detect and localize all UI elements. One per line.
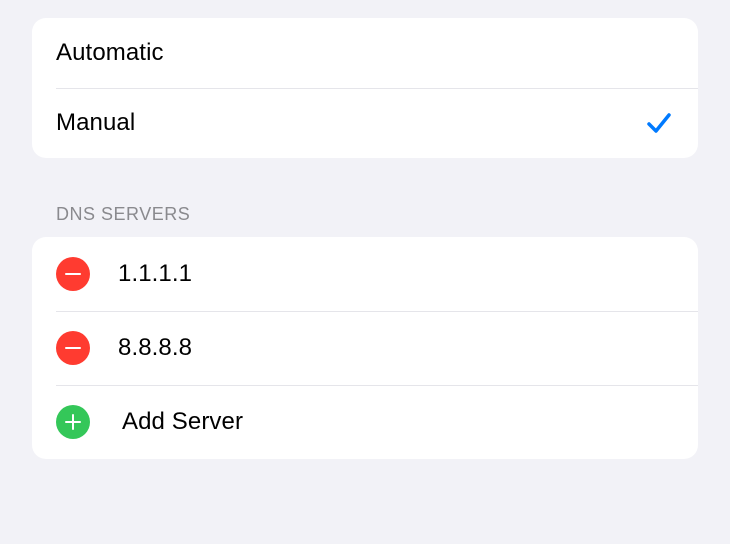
minus-icon <box>65 273 81 276</box>
remove-server-button[interactable] <box>56 331 90 365</box>
dns-mode-group: Automatic Manual <box>32 18 698 158</box>
dns-server-row[interactable]: 8.8.8.8 <box>32 311 698 385</box>
add-server-row[interactable]: Add Server <box>32 385 698 459</box>
dns-servers-group: 1.1.1.1 8.8.8.8 Add Server <box>32 237 698 459</box>
remove-server-button[interactable] <box>56 257 90 291</box>
minus-icon <box>65 347 81 350</box>
dns-server-address: 1.1.1.1 <box>118 260 192 288</box>
checkmark-icon <box>644 108 674 138</box>
plus-icon <box>72 414 75 430</box>
dns-mode-automatic[interactable]: Automatic <box>32 18 698 88</box>
add-server-label: Add Server <box>122 408 243 436</box>
dns-servers-header: DNS SERVERS <box>32 158 698 237</box>
dns-mode-manual[interactable]: Manual <box>32 88 698 158</box>
mode-label-automatic: Automatic <box>56 39 164 67</box>
mode-label-manual: Manual <box>56 109 135 137</box>
dns-server-row[interactable]: 1.1.1.1 <box>32 237 698 311</box>
dns-server-address: 8.8.8.8 <box>118 334 192 362</box>
add-server-button[interactable] <box>56 405 90 439</box>
